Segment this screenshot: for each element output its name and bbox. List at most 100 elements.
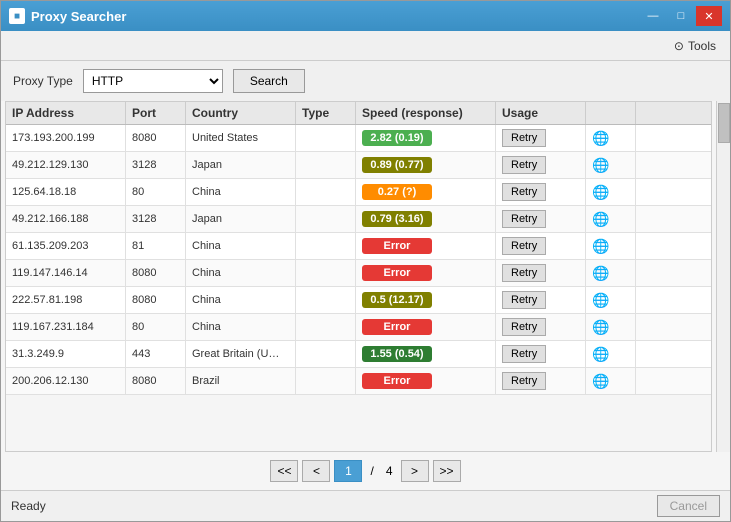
cell-ie: 🌐 — [586, 341, 636, 367]
cell-port: 8080 — [126, 125, 186, 151]
search-button[interactable]: Search — [233, 69, 305, 93]
col-header-speed: Speed (response) — [356, 102, 496, 124]
cell-country: China — [186, 179, 296, 205]
title-bar: ■ Proxy Searcher — □ ✕ — [1, 1, 730, 31]
cell-ie: 🌐 — [586, 287, 636, 313]
maximize-button[interactable]: □ — [668, 6, 694, 26]
retry-button[interactable]: Retry — [502, 264, 546, 282]
proxy-type-label: Proxy Type — [13, 74, 73, 88]
cell-ip: 200.206.12.130 — [6, 368, 126, 394]
tools-button[interactable]: ⊙ Tools — [668, 37, 722, 55]
cell-retry: Retry — [496, 233, 586, 259]
cell-port: 3128 — [126, 152, 186, 178]
table-row: 173.193.200.199 8080 United States 2.82 … — [6, 125, 711, 152]
cell-type — [296, 152, 356, 178]
cell-speed: Error — [356, 260, 496, 286]
last-page-button[interactable]: >> — [433, 460, 461, 482]
cell-speed: 1.55 (0.54) — [356, 341, 496, 367]
retry-button[interactable]: Retry — [502, 237, 546, 255]
cell-type — [296, 125, 356, 151]
cell-country: United States — [186, 125, 296, 151]
next-page-button[interactable]: > — [401, 460, 429, 482]
ie-icon[interactable]: 🌐 — [592, 264, 610, 282]
col-header-usage: Usage — [496, 102, 586, 124]
retry-button[interactable]: Retry — [502, 183, 546, 201]
ie-icon[interactable]: 🌐 — [592, 210, 610, 228]
cell-retry: Retry — [496, 368, 586, 394]
cell-retry: Retry — [496, 206, 586, 232]
ie-icon[interactable]: 🌐 — [592, 183, 610, 201]
prev-page-button[interactable]: < — [302, 460, 330, 482]
ie-icon[interactable]: 🌐 — [592, 345, 610, 363]
col-header-extra — [586, 102, 636, 124]
cell-type — [296, 341, 356, 367]
cell-country: China — [186, 260, 296, 286]
cell-type — [296, 233, 356, 259]
cell-ie: 🌐 — [586, 260, 636, 286]
title-bar-left: ■ Proxy Searcher — [9, 8, 126, 24]
retry-button[interactable]: Retry — [502, 129, 546, 147]
col-header-ip: IP Address — [6, 102, 126, 124]
ie-icon[interactable]: 🌐 — [592, 372, 610, 390]
ie-icon[interactable]: 🌐 — [592, 318, 610, 336]
first-page-button[interactable]: << — [270, 460, 298, 482]
cell-country: Brazil — [186, 368, 296, 394]
cell-speed: Error — [356, 314, 496, 340]
current-page-button[interactable]: 1 — [334, 460, 362, 482]
retry-button[interactable]: Retry — [502, 291, 546, 309]
retry-button[interactable]: Retry — [502, 210, 546, 228]
cell-port: 8080 — [126, 287, 186, 313]
speed-badge: 0.27 (?) — [362, 184, 432, 200]
cell-speed: 0.89 (0.77) — [356, 152, 496, 178]
cell-retry: Retry — [496, 287, 586, 313]
scrollbar-thumb[interactable] — [718, 103, 730, 143]
cell-ip: 49.212.129.130 — [6, 152, 126, 178]
cell-ie: 🌐 — [586, 152, 636, 178]
close-button[interactable]: ✕ — [696, 6, 722, 26]
cell-ie: 🌐 — [586, 125, 636, 151]
cell-port: 8080 — [126, 368, 186, 394]
retry-button[interactable]: Retry — [502, 345, 546, 363]
cell-ip: 125.64.18.18 — [6, 179, 126, 205]
cell-ip: 31.3.249.9 — [6, 341, 126, 367]
speed-badge: 0.89 (0.77) — [362, 157, 432, 173]
cancel-button[interactable]: Cancel — [657, 495, 720, 517]
proxy-type-select[interactable]: HTTP — [83, 69, 223, 93]
table-row: 222.57.81.198 8080 China 0.5 (12.17) Ret… — [6, 287, 711, 314]
ie-icon[interactable]: 🌐 — [592, 291, 610, 309]
speed-badge: Error — [362, 373, 432, 389]
cell-country: Japan — [186, 206, 296, 232]
retry-button[interactable]: Retry — [502, 156, 546, 174]
ie-icon[interactable]: 🌐 — [592, 129, 610, 147]
minimize-button[interactable]: — — [640, 6, 666, 26]
window-icon: ■ — [9, 8, 25, 24]
table-header: IP Address Port Country Type Speed (resp… — [6, 102, 711, 125]
cell-speed: 0.5 (12.17) — [356, 287, 496, 313]
retry-button[interactable]: Retry — [502, 372, 546, 390]
table-row: 119.167.231.184 80 China Error Retry 🌐 — [6, 314, 711, 341]
table-row: 49.212.166.188 3128 Japan 0.79 (3.16) Re… — [6, 206, 711, 233]
ie-icon[interactable]: 🌐 — [592, 237, 610, 255]
main-window: ■ Proxy Searcher — □ ✕ ⊙ Tools Proxy Typ… — [0, 0, 731, 522]
table-container: IP Address Port Country Type Speed (resp… — [5, 101, 712, 452]
cell-speed: 0.79 (3.16) — [356, 206, 496, 232]
cell-port: 443 — [126, 341, 186, 367]
title-bar-controls: — □ ✕ — [640, 6, 722, 26]
col-header-type: Type — [296, 102, 356, 124]
cell-port: 81 — [126, 233, 186, 259]
cell-ip: 173.193.200.199 — [6, 125, 126, 151]
table-row: 125.64.18.18 80 China 0.27 (?) Retry 🌐 — [6, 179, 711, 206]
retry-button[interactable]: Retry — [502, 318, 546, 336]
cell-ie: 🌐 — [586, 314, 636, 340]
table-row: 31.3.249.9 443 Great Britain (U… 1.55 (0… — [6, 341, 711, 368]
cell-retry: Retry — [496, 152, 586, 178]
cell-ip: 119.147.146.14 — [6, 260, 126, 286]
cell-speed: 0.27 (?) — [356, 179, 496, 205]
cell-retry: Retry — [496, 341, 586, 367]
ie-icon[interactable]: 🌐 — [592, 156, 610, 174]
cell-ie: 🌐 — [586, 179, 636, 205]
cell-port: 80 — [126, 179, 186, 205]
search-bar: Proxy Type HTTP Search — [1, 61, 730, 101]
speed-badge: 1.55 (0.54) — [362, 346, 432, 362]
scrollbar[interactable] — [716, 101, 730, 452]
